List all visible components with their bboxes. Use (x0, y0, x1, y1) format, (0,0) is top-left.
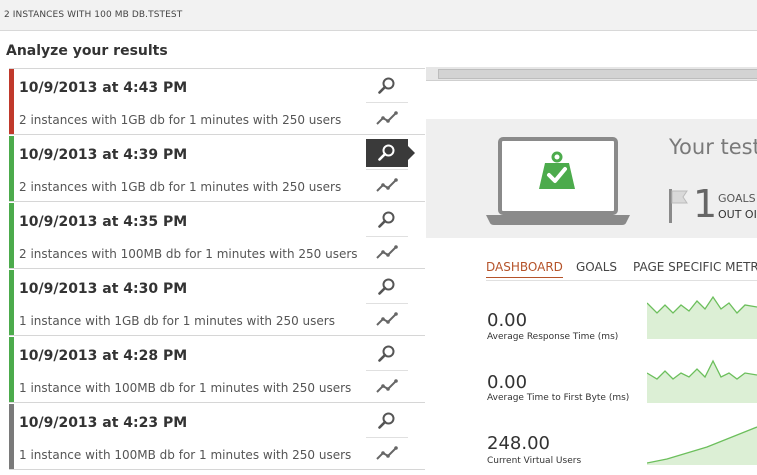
button-divider (366, 236, 408, 237)
result-row[interactable]: 10/9/2013 at 4:43 PM 2 instances with 1GB… (9, 69, 425, 135)
ttfb-sparkline (647, 359, 757, 403)
button-divider (366, 370, 408, 371)
results-list: 10/9/2013 at 4:43 PM 2 instances with 1GB… (9, 68, 425, 475)
button-divider (366, 303, 408, 304)
panel-tab-strip[interactable] (438, 69, 757, 79)
magnifier-icon[interactable] (366, 206, 408, 234)
flag-icon (669, 189, 688, 223)
result-row[interactable]: 10/9/2013 at 4:39 PM 2 instances with 1GB… (9, 136, 425, 202)
button-divider (366, 169, 408, 170)
goals-count: 1 (693, 182, 718, 226)
summary-title: Your test (669, 135, 757, 159)
magnifier-icon[interactable] (366, 273, 408, 301)
magnifier-icon[interactable] (366, 139, 415, 167)
result-title: 10/9/2013 at 4:43 PM (19, 80, 188, 96)
tab-goals[interactable]: GOALS (576, 260, 617, 274)
window-title: 2 INSTANCES WITH 100 MB DB.TSTEST (4, 10, 183, 20)
status-bar (9, 270, 14, 335)
metric-value: 0.00 (487, 372, 528, 393)
virtual-users-sparkline (647, 426, 757, 465)
result-description: 2 instances with 1GB db for 1 minutes wi… (19, 180, 342, 194)
result-row[interactable]: 10/9/2013 at 4:35 PM 2 instances with 100… (9, 203, 425, 269)
status-bar (9, 203, 14, 268)
result-description: 1 instance with 100MB db for 1 minutes w… (19, 381, 352, 395)
trend-icon[interactable] (366, 104, 408, 132)
result-title: 10/9/2013 at 4:35 PM (19, 214, 188, 230)
test-summary: Your test 1 GOALS OUT OI (426, 119, 757, 238)
tab-dashboard[interactable]: DASHBOARD (486, 260, 563, 278)
goals-sub-label: OUT OI (718, 208, 757, 221)
result-title: 10/9/2013 at 4:23 PM (19, 415, 188, 431)
metric-value: 0.00 (487, 310, 528, 331)
status-bar (9, 136, 14, 201)
button-divider (366, 437, 408, 438)
response-time-sparkline (647, 295, 757, 339)
metric-value: 248.00 (487, 433, 550, 454)
button-divider (366, 102, 408, 103)
panel-header-strip (426, 67, 757, 81)
status-bar (9, 337, 14, 402)
tab-page-specific-metrics[interactable]: PAGE SPECIFIC METRIC (633, 260, 757, 274)
result-description: 2 instances with 1GB db for 1 minutes wi… (19, 113, 342, 127)
result-title: 10/9/2013 at 4:30 PM (19, 281, 188, 297)
magnifier-icon[interactable] (366, 72, 408, 100)
metric-label: Average Response Time (ms) (487, 332, 619, 342)
trend-icon[interactable] (366, 372, 408, 400)
metric-label: Current Virtual Users (487, 456, 582, 466)
result-title: 10/9/2013 at 4:28 PM (19, 348, 188, 364)
magnifier-icon[interactable] (366, 407, 408, 435)
result-row[interactable]: 10/9/2013 at 4:28 PM 1 instance with 100M… (9, 337, 425, 403)
page-heading: Analyze your results (6, 43, 168, 59)
result-row[interactable]: 10/9/2013 at 4:30 PM 1 instance with 1GB … (9, 270, 425, 336)
trend-icon[interactable] (366, 439, 408, 467)
trend-icon[interactable] (366, 238, 408, 266)
magnifier-icon[interactable] (366, 340, 408, 368)
result-description: 1 instance with 1GB db for 1 minutes wit… (19, 314, 335, 328)
metric-label: Average Time to First Byte (ms) (487, 393, 630, 403)
result-title: 10/9/2013 at 4:39 PM (19, 147, 188, 163)
title-bar: 2 INSTANCES WITH 100 MB DB.TSTEST (0, 0, 757, 31)
status-bar (9, 404, 14, 469)
result-description: 2 instances with 100MB db for 1 minutes … (19, 247, 358, 261)
trend-icon[interactable] (366, 305, 408, 333)
result-row[interactable]: 10/9/2013 at 4:23 PM 1 instance with 100M… (9, 404, 425, 470)
weight-check-icon (539, 151, 575, 189)
trend-icon[interactable] (366, 171, 408, 199)
status-bar (9, 69, 14, 134)
details-panel: Your test 1 GOALS OUT OI DASHBOARD GOALS… (426, 67, 757, 475)
goals-label: GOALS (718, 192, 756, 205)
tabs-divider (486, 280, 757, 281)
result-description: 1 instance with 100MB db for 1 minutes w… (19, 448, 352, 462)
